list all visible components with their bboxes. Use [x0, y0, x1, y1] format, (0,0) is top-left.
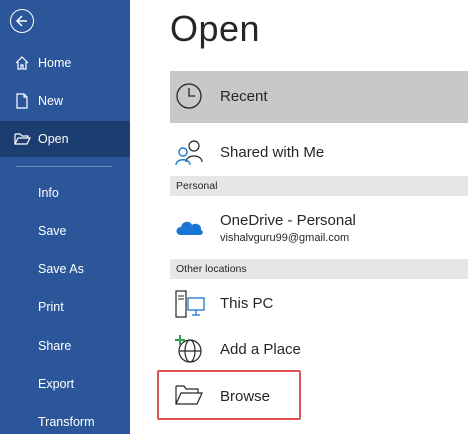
sidebar-item-label: Save As — [38, 262, 84, 276]
back-arrow-icon[interactable] — [10, 9, 34, 33]
sidebar-item-label: Home — [38, 56, 72, 70]
recent-label: Recent — [220, 88, 268, 105]
onedrive-email: vishalvguru99@gmail.com — [220, 232, 350, 244]
clock-icon — [174, 81, 204, 109]
sidebar-item-label: Export — [38, 377, 75, 391]
sidebar-item-export[interactable]: Export — [0, 366, 130, 402]
sidebar-item-save[interactable]: Save — [0, 213, 130, 249]
sidebar-item-label: New — [38, 94, 64, 108]
sidebar-item-share[interactable]: Share — [0, 328, 130, 364]
backstage-sidebar: Home New Open Info Save Save As Print Sh… — [0, 0, 130, 434]
recent-location[interactable]: Recent — [170, 71, 468, 123]
personal-section-header: Personal — [170, 176, 468, 196]
sidebar-item-print[interactable]: Print — [0, 289, 130, 325]
add-a-place-label: Add a Place — [220, 340, 301, 358]
sidebar-item-label: Print — [38, 300, 64, 314]
sidebar-item-save-as[interactable]: Save As — [0, 251, 130, 287]
add-place-globe-icon — [174, 335, 204, 363]
onedrive-personal-location[interactable]: OneDrive - Personal vishalvguru99@gmail.… — [170, 205, 468, 255]
people-icon — [174, 138, 204, 166]
sidebar-divider — [16, 166, 112, 167]
shared-with-me-location[interactable]: Shared with Me — [170, 128, 468, 176]
folder-open-icon — [14, 131, 31, 147]
sidebar-item-label: Open — [38, 132, 69, 146]
other-locations-section-header: Other locations — [170, 259, 468, 279]
sidebar-item-home[interactable]: Home — [0, 45, 130, 81]
sidebar-item-label: Save — [38, 224, 67, 238]
sidebar-item-label: Share — [38, 339, 72, 353]
onedrive-cloud-icon — [174, 215, 204, 243]
home-icon — [14, 55, 30, 71]
sidebar-item-open[interactable]: Open — [0, 121, 130, 157]
sidebar-item-transform[interactable]: Transform — [0, 404, 130, 434]
new-document-icon — [14, 93, 30, 109]
computer-icon — [174, 289, 205, 318]
shared-with-me-label: Shared with Me — [220, 143, 325, 161]
browse-highlight-box — [157, 370, 301, 420]
sidebar-item-info[interactable]: Info — [0, 175, 130, 211]
sidebar-item-label: Transform — [38, 415, 95, 429]
onedrive-label: OneDrive - Personal — [220, 212, 356, 229]
add-a-place-location[interactable]: Add a Place — [170, 325, 468, 373]
sidebar-item-new[interactable]: New — [0, 83, 130, 119]
this-pc-label: This PC — [220, 294, 274, 312]
sidebar-item-label: Info — [38, 186, 59, 200]
this-pc-location[interactable]: This PC — [170, 279, 468, 327]
page-title: Open — [170, 8, 261, 49]
open-panel: Open Recent Shared with Me Personal OneD… — [130, 0, 468, 434]
